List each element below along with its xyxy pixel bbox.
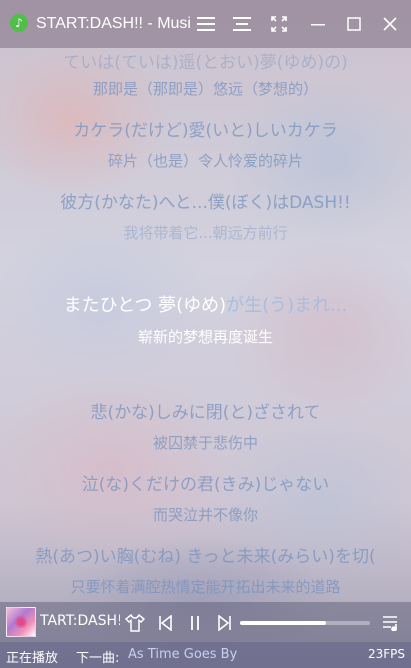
lyric-line: 彼方(かなた)へと...僕(ぼく)はDASH!!: [60, 193, 351, 213]
next-button[interactable]: [214, 612, 236, 634]
list-button[interactable]: [228, 10, 256, 38]
pause-icon: [191, 616, 199, 630]
current-lyric-translation: 崭新的梦想再度诞生: [137, 328, 273, 346]
next-icon: [218, 615, 231, 631]
playlist-icon: [383, 616, 397, 631]
lyric-line: 熱(あつ)い胸(むね) きっと未来(みらい)を切(: [35, 547, 376, 567]
lyric-line: 泣(な)くだけの君(きみ)じゃない: [81, 475, 330, 495]
player-bar: TART:DASH!!: [0, 602, 411, 642]
lyric-translation: 被囚禁于悲伤中: [152, 434, 258, 452]
list-icon: [233, 17, 251, 31]
lyric-translation: 而哭泣并不像你: [152, 506, 258, 524]
lyric-line: 悲(かな)しみに閉(と)ざされて: [90, 403, 321, 423]
lyric-translation: 我将带着它...朝远方前行: [123, 224, 288, 242]
current-lyric-line: またひとつ 夢(ゆめ)が生(う)まれ...: [0, 291, 411, 317]
menu-button[interactable]: [192, 10, 220, 38]
fullscreen-icon: [271, 16, 287, 32]
previous-button[interactable]: [154, 612, 176, 634]
close-button[interactable]: [376, 10, 404, 38]
status-bar: 正在播放 下一曲: As Time Goes By 23FPS: [0, 642, 411, 668]
minimize-icon: [311, 24, 325, 26]
lyrics-panel[interactable]: ていは(ていは)遥(とおい)夢(ゆめ)の) 那即是（那即是）悠远（梦想的） カケ…: [0, 48, 411, 602]
maximize-icon: [347, 17, 361, 31]
playback-status: 正在播放: [6, 651, 59, 666]
previous-icon: [159, 615, 172, 631]
current-lyric-sung: またひとつ 夢(ゆめ): [63, 295, 227, 316]
lyric-translation: 只要怀着满腔热情定能开拓出未来的道路: [70, 578, 341, 596]
menu-icon: [197, 17, 215, 31]
close-icon: [383, 17, 397, 31]
progress-slider[interactable]: [240, 621, 370, 625]
fullscreen-button[interactable]: [265, 10, 293, 38]
skin-button[interactable]: [124, 612, 146, 634]
current-lyric-unsung: が生(う)まれ...: [226, 295, 348, 316]
lyric-translation: 那即是（那即是）悠远（梦想的）: [92, 80, 318, 98]
title-bar[interactable]: ♪ START:DASH!! - Musi: [0, 0, 411, 48]
fps-counter: 23FPS: [367, 647, 405, 661]
lyric-line: ていは(ていは)遥(とおい)夢(ゆめ)の): [63, 53, 348, 73]
playlist-button[interactable]: [380, 612, 402, 634]
minimize-button[interactable]: [304, 10, 332, 38]
track-title[interactable]: TART:DASH!!: [40, 613, 120, 629]
pause-button[interactable]: [184, 612, 206, 634]
progress-fill: [240, 621, 326, 625]
maximize-button[interactable]: [340, 10, 368, 38]
lyric-translation: 碎片（也是）令人怜爱的碎片: [107, 152, 303, 170]
window-title: START:DASH!! - Musi: [36, 15, 190, 32]
lyric-line: カケラ(だけど)愛(いと)しいカケラ: [73, 121, 338, 141]
next-song-title[interactable]: As Time Goes By: [128, 647, 237, 662]
music-note-icon: ♪: [10, 14, 28, 32]
album-cover[interactable]: [6, 607, 36, 637]
next-song-label: 下一曲:: [76, 651, 120, 666]
shirt-icon: [125, 614, 145, 632]
